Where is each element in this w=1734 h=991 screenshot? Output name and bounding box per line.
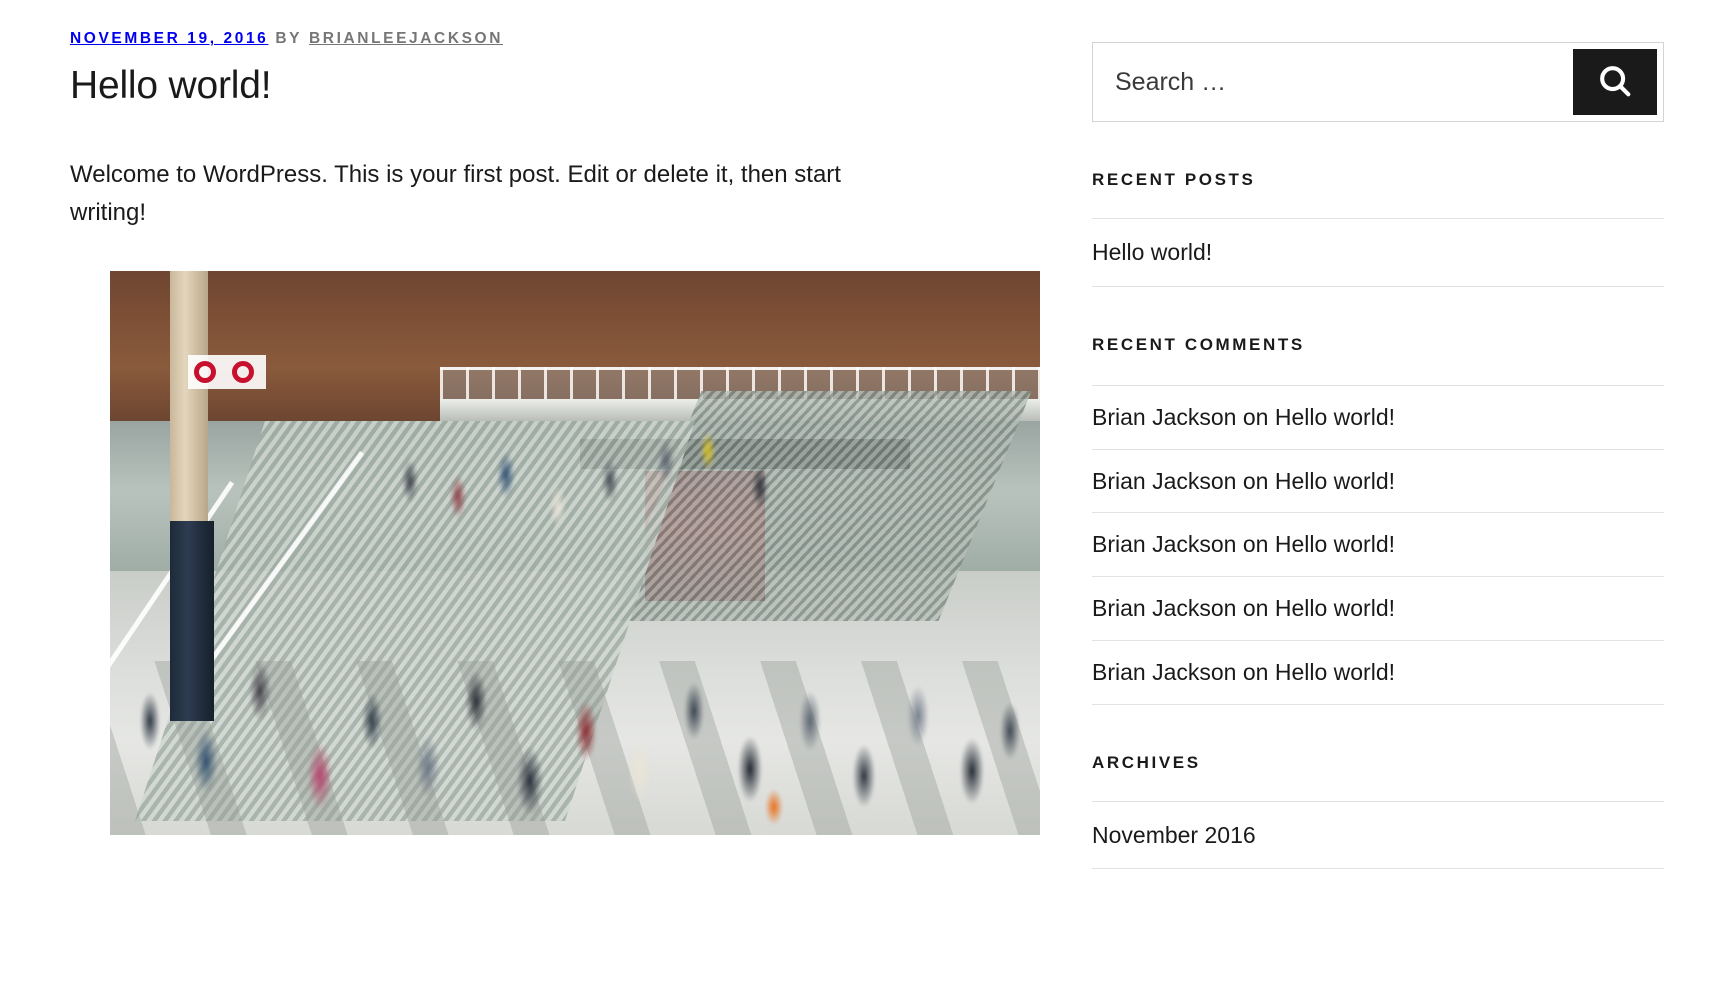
comment-post-link[interactable]: Hello world! <box>1275 659 1395 685</box>
comment-separator: on <box>1242 658 1269 685</box>
featured-image <box>110 271 1040 836</box>
underground-roundel-sign <box>188 355 266 390</box>
comment-author-link[interactable]: Brian Jackson <box>1092 659 1236 685</box>
comment-author-link[interactable]: Brian Jackson <box>1092 531 1236 557</box>
photo-crowd-lower <box>110 571 1040 836</box>
comment-separator: on <box>1242 595 1269 621</box>
widget-title-recent-comments: Recent Comments <box>1092 334 1305 354</box>
widget-recent-posts: Recent Posts Hello world! <box>1092 170 1664 287</box>
search-icon <box>1596 62 1634 103</box>
post-author-link[interactable]: brianleejackson <box>309 30 503 47</box>
comment-post-link[interactable]: Hello world! <box>1275 404 1395 430</box>
list-item: Brian Jackson on Hello world! <box>1092 386 1664 450</box>
photo-crowd-upper <box>110 421 1040 592</box>
comment-author-link[interactable]: Brian Jackson <box>1092 404 1236 430</box>
list-item: Brian Jackson on Hello world! <box>1092 577 1664 641</box>
widget-recent-comments: Recent Comments Brian Jackson on Hello w… <box>1092 335 1664 705</box>
entry-meta: November 19, 2016 by brianleejackson <box>70 28 1005 50</box>
widget-archives: Archives November 2016 <box>1092 753 1664 870</box>
list-item: Brian Jackson on Hello world! <box>1092 450 1664 514</box>
comment-post-link[interactable]: Hello world! <box>1275 468 1395 494</box>
comment-separator: on <box>1242 403 1269 430</box>
list-item: Brian Jackson on Hello world! <box>1092 641 1664 705</box>
meta-by-label: by <box>275 30 303 47</box>
widget-title-archives: Archives <box>1092 752 1201 772</box>
post-body-text: Welcome to WordPress. This is your first… <box>70 160 841 227</box>
archives-list: November 2016 <box>1092 800 1664 870</box>
comment-author-link[interactable]: Brian Jackson <box>1092 468 1236 494</box>
search-input[interactable] <box>1093 43 1573 121</box>
archive-month-link[interactable]: November 2016 <box>1092 822 1256 848</box>
main-content: November 19, 2016 by brianleejackson Hel… <box>70 0 1040 851</box>
recent-posts-list: Hello world! <box>1092 218 1664 287</box>
comment-post-link[interactable]: Hello world! <box>1275 531 1395 557</box>
comment-separator: on <box>1242 467 1269 494</box>
comment-post-link[interactable]: Hello world! <box>1275 595 1395 621</box>
sidebar: Recent Posts Hello world! Recent Comment… <box>1092 0 1664 870</box>
recent-comments-list: Brian Jackson on Hello world! Brian Jack… <box>1092 384 1664 705</box>
comment-separator: on <box>1242 531 1269 558</box>
page-title: Hello world! <box>70 63 272 107</box>
featured-image-photo <box>110 271 1040 836</box>
list-item: Hello world! <box>1092 219 1664 287</box>
search-submit-button[interactable] <box>1573 49 1657 115</box>
post-date-link[interactable]: November 19, 2016 <box>70 30 268 47</box>
meta-spacer-2 <box>302 30 309 47</box>
blog-post-page: November 19, 2016 by brianleejackson Hel… <box>0 0 1734 991</box>
search-form <box>1092 42 1664 122</box>
recent-post-link[interactable]: Hello world! <box>1092 239 1212 265</box>
list-item: Brian Jackson on Hello world! <box>1092 513 1664 577</box>
comment-author-link[interactable]: Brian Jackson <box>1092 595 1236 621</box>
photo-dark-column <box>170 521 214 722</box>
widget-title-recent-posts: Recent Posts <box>1092 170 1256 189</box>
list-item: November 2016 <box>1092 802 1664 870</box>
